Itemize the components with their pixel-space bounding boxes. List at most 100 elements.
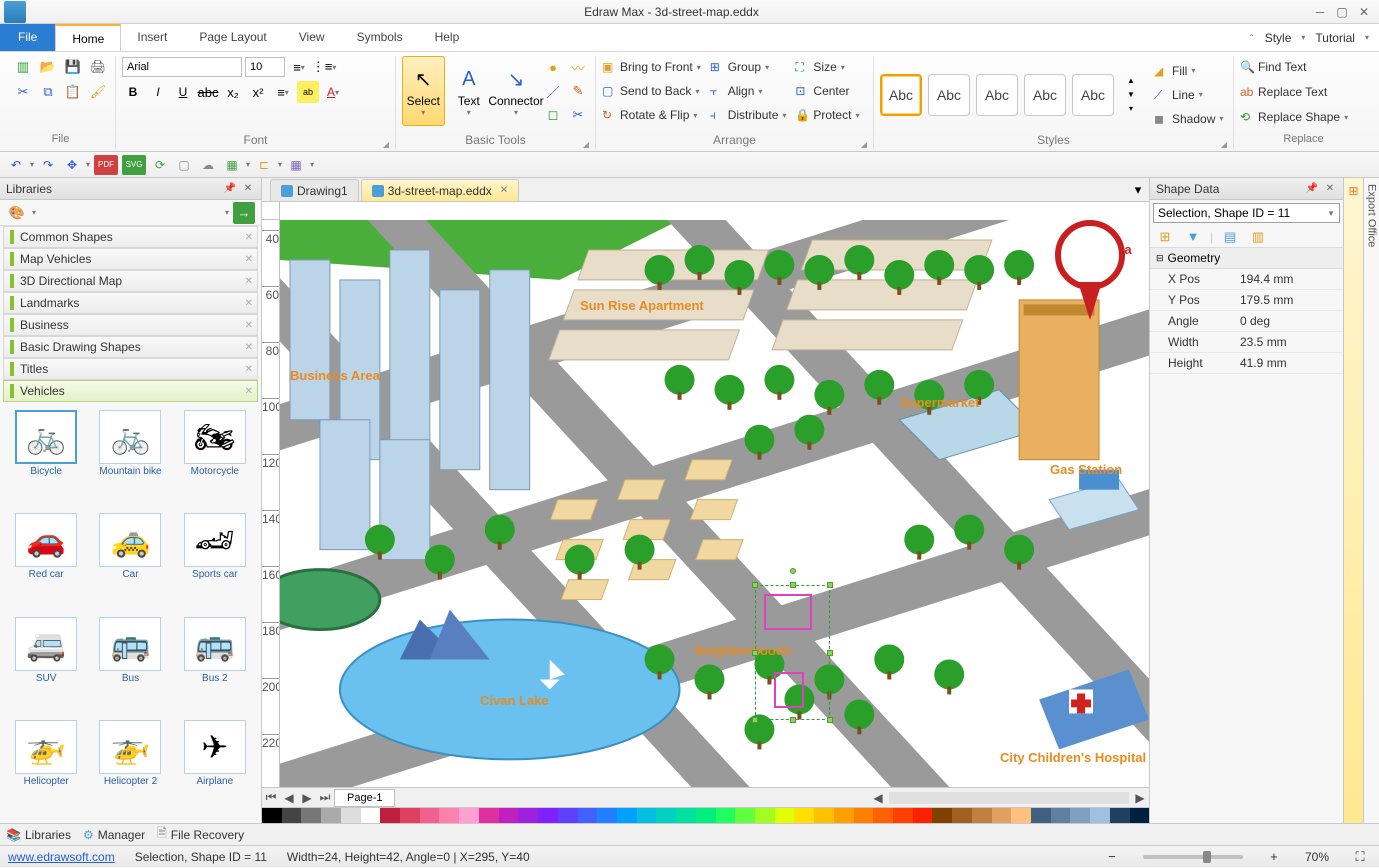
tools-dialog-icon[interactable]: ◢ — [583, 140, 589, 149]
file-menu[interactable]: File — [0, 24, 55, 51]
export-office-strip[interactable]: ⊞ — [1343, 178, 1363, 823]
color-swatch[interactable] — [1110, 808, 1130, 823]
shape-selector[interactable]: Selection, Shape ID = 11▼ — [1153, 203, 1340, 223]
lib-category[interactable]: Basic Drawing Shapes✕ — [3, 336, 258, 358]
color-swatch[interactable] — [1011, 808, 1031, 823]
color-swatch[interactable] — [814, 808, 834, 823]
tab-symbols[interactable]: Symbols — [341, 24, 419, 51]
replace-shape[interactable]: ⟲Replace Shape ▾ — [1240, 106, 1348, 128]
website-link[interactable]: www.edrawsoft.com — [8, 850, 115, 864]
hscroll-left[interactable]: ◀ — [869, 791, 887, 805]
color-swatch[interactable] — [932, 808, 952, 823]
bottom-manager[interactable]: ⚙Manager — [83, 828, 145, 842]
tab-home[interactable]: Home — [55, 24, 121, 51]
shape-item[interactable]: 🏍Motorcycle — [175, 408, 255, 507]
tab-close-icon[interactable]: ✕ — [500, 185, 508, 196]
export-office-label[interactable]: Export Office — [1366, 184, 1378, 247]
color-swatch[interactable] — [1051, 808, 1071, 823]
styles-dialog-icon[interactable]: ◢ — [1221, 140, 1227, 149]
page-prev[interactable]: ◀ — [280, 791, 298, 805]
shadow-btn[interactable]: ◼Shadow ▾ — [1154, 108, 1223, 130]
color-swatch[interactable] — [873, 808, 893, 823]
paste-icon[interactable]: 📋 — [62, 81, 84, 103]
color-swatch[interactable] — [834, 808, 854, 823]
color-swatch[interactable] — [637, 808, 657, 823]
category-close-icon[interactable]: ✕ — [245, 276, 253, 287]
lib-go-icon[interactable]: → — [233, 202, 255, 224]
pin-icon[interactable]: 📌 — [223, 182, 237, 196]
line-spacing-icon[interactable]: ≡▾ — [288, 56, 310, 78]
italic-icon[interactable]: I — [147, 81, 169, 103]
color-swatch[interactable] — [794, 808, 814, 823]
color-swatch[interactable] — [1090, 808, 1110, 823]
style-preset-3[interactable]: Abc — [976, 74, 1018, 116]
ribbon-collapse-icon[interactable]: ⌃ — [1248, 33, 1255, 42]
tab-help[interactable]: Help — [419, 24, 476, 51]
color-swatch[interactable] — [1031, 808, 1051, 823]
color-swatch[interactable] — [479, 808, 499, 823]
color-swatch[interactable] — [1070, 808, 1090, 823]
hscroll-right[interactable]: ▶ — [1131, 791, 1149, 805]
superscript-icon[interactable]: x² — [247, 81, 269, 103]
color-swatch[interactable] — [518, 808, 538, 823]
color-swatch[interactable] — [380, 808, 400, 823]
shape-item[interactable]: 🚌Bus 2 — [175, 615, 255, 714]
shape-crop-icon[interactable]: ✂ — [567, 104, 589, 126]
category-close-icon[interactable]: ✕ — [245, 254, 253, 265]
shape-item[interactable]: 🚲Mountain bike — [90, 408, 170, 507]
shape-item[interactable]: 🚐SUV — [6, 615, 86, 714]
style-gallery[interactable]: ▾ — [1120, 102, 1142, 116]
bottom-libraries[interactable]: 📚Libraries — [6, 828, 71, 842]
sd-icon-1[interactable]: ⊞ — [1154, 226, 1176, 248]
color-swatch[interactable] — [341, 808, 361, 823]
size-btn[interactable]: ⛶Size ▾ — [795, 56, 859, 78]
text-tool[interactable]: A Text▾ — [448, 56, 490, 126]
replace-text[interactable]: abReplace Text — [1240, 81, 1327, 103]
color-swatch[interactable] — [262, 808, 282, 823]
doc-tab-drawing1[interactable]: Drawing1 — [270, 179, 359, 201]
lib-category[interactable]: Business✕ — [3, 314, 258, 336]
page-last[interactable]: ⏭ — [316, 790, 334, 805]
protect-btn[interactable]: 🔒Protect ▾ — [795, 104, 859, 126]
selection-box[interactable] — [755, 585, 830, 720]
shape-item[interactable]: 🚁Helicopter — [6, 718, 86, 817]
line-btn[interactable]: ⟋Line ▾ — [1154, 84, 1223, 106]
color-swatch[interactable] — [400, 808, 420, 823]
font-dialog-icon[interactable]: ◢ — [383, 140, 389, 149]
fit-page-icon[interactable]: ⛶ — [1349, 846, 1371, 868]
bottom-recovery[interactable]: 🗎File Recovery — [157, 824, 244, 845]
font-name-input[interactable] — [122, 57, 242, 77]
category-close-icon[interactable]: ✕ — [245, 320, 253, 331]
color-swatch[interactable] — [854, 808, 874, 823]
shape-pencil-icon[interactable]: ✎ — [567, 80, 589, 102]
shape-line-icon[interactable]: ／ — [542, 80, 564, 102]
zoom-slider[interactable] — [1143, 855, 1243, 859]
shape-item[interactable]: 🏎Sports car — [175, 511, 255, 610]
color-swatch[interactable] — [459, 808, 479, 823]
shape-item[interactable]: 🚕Car — [90, 511, 170, 610]
arrange-dialog-icon[interactable]: ◢ — [861, 140, 867, 149]
tabs-menu-icon[interactable]: ▾ — [1127, 179, 1149, 201]
style-preset-4[interactable]: Abc — [1024, 74, 1066, 116]
color-swatch[interactable] — [301, 808, 321, 823]
lib-category[interactable]: 3D Directional Map✕ — [3, 270, 258, 292]
color-swatch[interactable] — [775, 808, 795, 823]
geometry-header[interactable]: ⊟Geometry — [1150, 248, 1343, 269]
color-swatch[interactable] — [952, 808, 972, 823]
bring-to-front[interactable]: ▣Bring to Front ▾ — [602, 56, 701, 78]
distribute-btn[interactable]: ⫞Distribute ▾ — [710, 104, 787, 126]
subscript-icon[interactable]: x₂ — [222, 81, 244, 103]
highlight-icon[interactable]: ab — [297, 81, 319, 103]
grid-icon[interactable]: ▦ — [222, 155, 242, 175]
hscrollbar[interactable] — [889, 792, 1129, 804]
select-tool[interactable]: ↖ Select▾ — [402, 56, 445, 126]
maximize-button[interactable]: ▢ — [1335, 5, 1349, 19]
bullets-icon[interactable]: ⋮≡▾ — [313, 56, 335, 78]
open-icon[interactable]: 📂 — [37, 56, 59, 78]
send-to-back[interactable]: ▢Send to Back ▾ — [602, 80, 701, 102]
sd-filter-icon[interactable]: ▼ — [1182, 226, 1204, 248]
shape-item[interactable]: 🚁Helicopter 2 — [90, 718, 170, 817]
lib-palette-icon[interactable]: 🎨 — [6, 202, 28, 224]
shape-square-icon[interactable]: ◻ — [542, 104, 564, 126]
align-btn[interactable]: ⫟Align ▾ — [710, 80, 787, 102]
